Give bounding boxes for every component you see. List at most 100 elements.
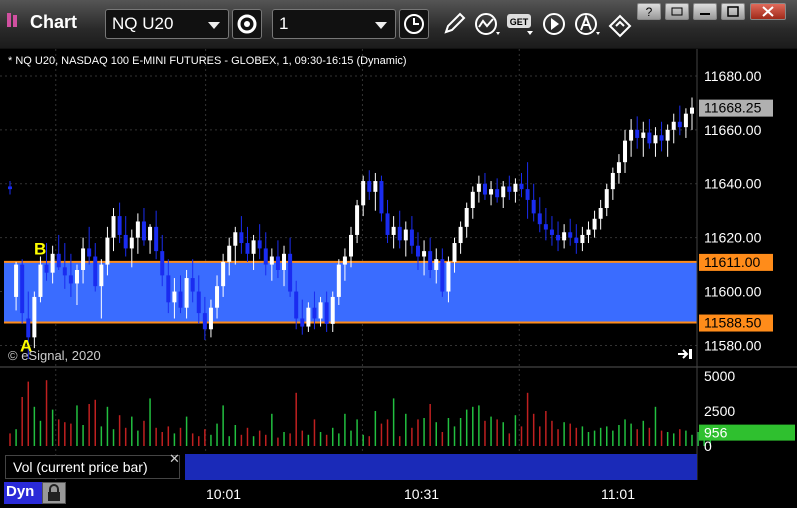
candle-body [464, 208, 469, 227]
candle-body [501, 186, 506, 198]
vol-panel-strip [185, 454, 697, 480]
candle-body [367, 181, 372, 192]
candle-body [56, 253, 61, 268]
lock-icon [48, 484, 60, 501]
restore-button[interactable] [665, 3, 689, 20]
candle-body [184, 278, 189, 308]
candle-body [318, 302, 323, 319]
candle-body [592, 218, 597, 230]
candle-body [683, 113, 688, 128]
candle-body [282, 253, 287, 270]
candle-body [495, 189, 500, 198]
candle-body [342, 256, 347, 265]
candle-body [671, 121, 676, 130]
candle-body [428, 251, 433, 270]
candle-body [288, 253, 293, 292]
close-button[interactable] [750, 3, 786, 20]
candle-body [68, 275, 73, 284]
last-price-label: 11668.25 [704, 100, 762, 116]
candle-body [148, 226, 153, 241]
candle-body [361, 181, 366, 206]
candle-body [93, 256, 98, 287]
pencil-icon[interactable] [440, 10, 468, 38]
settings-button[interactable] [232, 9, 262, 39]
candle-body [50, 253, 55, 273]
candle-body [306, 307, 311, 327]
interval-combo[interactable]: 1 [272, 9, 396, 39]
candle-body [208, 307, 213, 330]
candle-body [117, 216, 122, 235]
candle-body [62, 267, 67, 276]
candle-body [330, 296, 335, 324]
candle-body [38, 264, 43, 297]
candle-body [135, 221, 140, 238]
candle-body [166, 275, 171, 303]
candle-body [196, 291, 201, 314]
candle-body [221, 261, 226, 287]
candle-body [629, 129, 634, 141]
chart-header: * NQ U20, NASDAQ 100 E-MINI FUTURES - GL… [8, 55, 407, 67]
candle-body [391, 226, 396, 235]
close-icon[interactable]: ✕ [169, 451, 180, 467]
candle-body [178, 291, 183, 308]
price-tick-label: 11580.00 [704, 337, 762, 353]
close-icon [762, 6, 774, 17]
chart-app-icon [7, 13, 17, 27]
candle-body [74, 269, 79, 284]
candle-body [202, 313, 207, 330]
minimize-button[interactable] [693, 3, 717, 20]
symbol-value: NQ U20 [112, 14, 174, 33]
volume-last-label: 956 [704, 425, 728, 441]
candle-body [513, 183, 518, 192]
lock-button[interactable] [42, 482, 66, 504]
time-label: 11:01 [601, 486, 635, 502]
help-button[interactable]: ? [637, 3, 661, 20]
candle-body [215, 286, 220, 308]
vol-label-text: Vol (current price bar) [13, 459, 148, 475]
get-icon[interactable]: GET [506, 12, 536, 36]
candle-body [446, 261, 451, 292]
candle-body [690, 107, 694, 114]
candle-body [507, 186, 512, 192]
candle-body [641, 132, 646, 138]
candle-body [470, 191, 475, 208]
candle-body [562, 232, 567, 241]
play-icon[interactable] [540, 10, 568, 38]
candle-body [434, 259, 439, 270]
candle-body [251, 240, 256, 254]
candle-body [647, 132, 652, 144]
marker-b: B [34, 239, 46, 258]
price-tick-label: 11620.00 [704, 230, 762, 246]
chevron-down-icon[interactable] [208, 22, 220, 29]
candle-body [397, 226, 402, 241]
price-zone [4, 261, 697, 323]
candle-body [300, 318, 305, 327]
svg-text:?: ? [646, 5, 653, 19]
symbol-combo[interactable]: NQ U20 [105, 9, 229, 39]
volume-tick-label: 2500 [704, 403, 735, 419]
price-tick-label: 11640.00 [704, 176, 762, 192]
study-icon[interactable] [472, 10, 504, 38]
chart-area[interactable]: 11680.00 11660.00 11640.00 11620.00 11600.00… [0, 49, 797, 480]
candle-body [154, 226, 159, 252]
candle-body [623, 140, 628, 163]
candle-body [568, 232, 573, 238]
candle-body [245, 243, 250, 254]
maximize-button[interactable] [721, 3, 745, 20]
volume-axis: 500025000956 [699, 368, 795, 454]
candle-body [190, 278, 195, 292]
alert-icon[interactable] [572, 10, 604, 38]
candle-body [525, 189, 530, 200]
dyn-button[interactable]: Dyn [4, 482, 42, 504]
scroll-end-icon[interactable] [678, 349, 692, 359]
candle-body [239, 232, 244, 244]
zone-upper-label: 11611.00 [704, 254, 761, 270]
link-icon[interactable] [606, 10, 634, 38]
chevron-down-icon[interactable] [375, 22, 387, 29]
candle-body [111, 216, 116, 238]
candle-body [604, 189, 609, 208]
candle-body [574, 237, 579, 244]
dyn-label: Dyn [6, 483, 35, 500]
time-button[interactable] [399, 9, 429, 39]
candle-body [598, 208, 603, 219]
